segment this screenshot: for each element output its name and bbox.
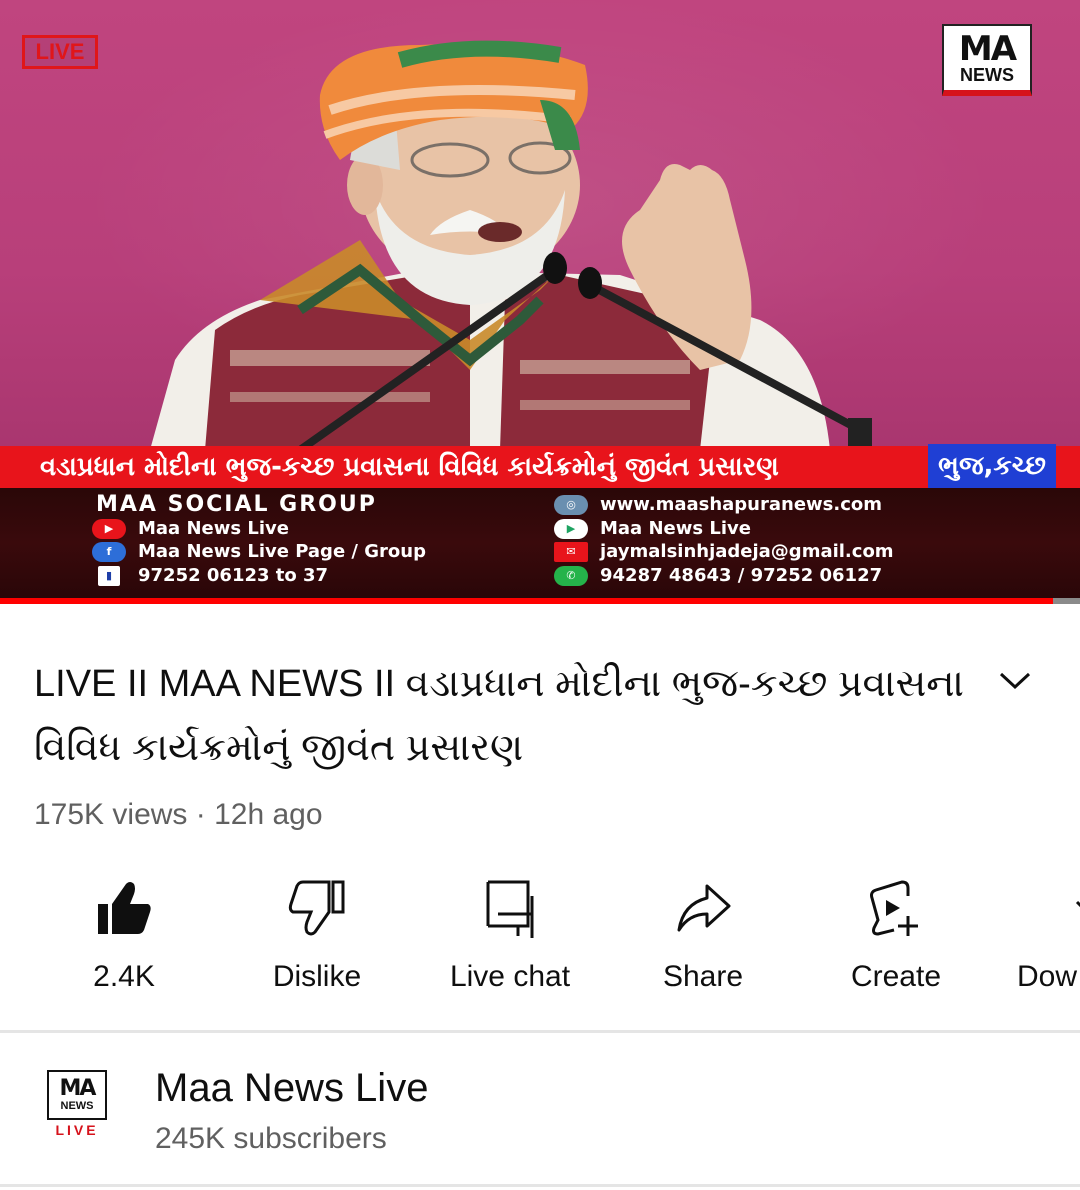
live-chat-button[interactable]: Live chat xyxy=(420,876,600,1006)
live-badge: LIVE xyxy=(22,35,98,69)
social-info-panel: MAA SOCIAL GROUP ▶ Maa News Live f Maa N… xyxy=(0,488,1080,598)
dislike-label: Dislike xyxy=(272,960,362,993)
live-chat-icon xyxy=(486,880,534,938)
channel-name[interactable]: Maa News Live xyxy=(155,1066,428,1111)
ticker-text: વડાપ્રધાન મોદીના ભુજ-કચ્છ પ્રવાસના વિવિધ… xyxy=(40,452,779,482)
playstore-row: ▶ Maa News Live xyxy=(554,518,751,539)
youtube-text: Maa News Live xyxy=(138,518,289,539)
video-player[interactable]: LIVE MA NEWS વડાપ્રધાન મોદીના ભુજ-કચ્છ પ… xyxy=(0,0,1080,604)
channel-avatar-top: MA xyxy=(59,1076,97,1101)
channel-avatar-box: MA NEWS xyxy=(47,1070,107,1120)
whatsapp-text: 94287 48643 / 97252 06127 xyxy=(600,565,883,586)
share-button[interactable]: Share xyxy=(613,876,793,1006)
channel-avatar-bottom: LIVE xyxy=(55,1122,99,1138)
website-text: www.maashapuranews.com xyxy=(600,494,883,515)
thumbs-down-icon xyxy=(288,880,345,936)
facebook-row: f Maa News Live Page / Group xyxy=(92,541,426,562)
download-button[interactable]: Dow xyxy=(999,876,1080,1006)
download-icon xyxy=(1075,900,1080,908)
video-progress-fill xyxy=(0,598,1053,604)
create-icon xyxy=(870,880,918,936)
download-label: Dow xyxy=(1017,960,1078,993)
ticker-location: ભુજ,કચ્છ xyxy=(928,444,1056,488)
youtube-icon: ▶ xyxy=(92,518,126,539)
like-count: 2.4K xyxy=(93,960,155,993)
bottom-divider xyxy=(0,1184,1080,1187)
facebook-icon: f xyxy=(92,541,126,562)
speaker-figure xyxy=(150,40,872,450)
thumbs-up-filled-icon xyxy=(98,882,151,934)
section-divider xyxy=(0,1030,1080,1033)
whatsapp-row: ✆ 94287 48643 / 97252 06127 xyxy=(554,565,882,586)
meta-separator: · xyxy=(187,798,215,831)
playstore-text: Maa News Live xyxy=(600,518,751,539)
mail-icon: ✉ xyxy=(554,541,588,562)
live-chat-label: Live chat xyxy=(449,960,571,993)
youtube-row: ▶ Maa News Live xyxy=(92,518,289,539)
phone-text: 97252 06123 to 37 xyxy=(138,565,329,586)
channel-avatar[interactable]: MA NEWS LIVE xyxy=(44,1070,110,1144)
video-meta: 175K views · 12h ago xyxy=(34,798,323,832)
news-ticker: વડાપ્રધાન મોદીના ભુજ-કચ્છ પ્રવાસના વિવિધ… xyxy=(0,446,1080,488)
facebook-text: Maa News Live Page / Group xyxy=(138,541,426,562)
share-label: Share xyxy=(662,960,744,993)
channel-avatar-middle: NEWS xyxy=(60,1100,94,1112)
dislike-button[interactable]: Dislike xyxy=(227,876,407,1006)
chevron-down-icon xyxy=(999,672,1031,690)
video-progress-bar[interactable] xyxy=(0,598,1080,604)
like-button[interactable]: 2.4K xyxy=(34,876,214,1006)
watermark-logo-bottom: NEWS xyxy=(960,65,1014,85)
subscriber-count: 245K subscribers xyxy=(155,1122,387,1155)
create-button[interactable]: Create xyxy=(806,876,986,1006)
channel-watermark-logo: MA NEWS xyxy=(942,24,1032,96)
whatsapp-icon: ✆ xyxy=(554,565,588,586)
phone-row: ▮ 97252 06123 to 37 xyxy=(92,565,328,586)
view-count: 175K views xyxy=(34,798,188,831)
video-title[interactable]: LIVE II MAA NEWS II વડાપ્રધાન મોદીના ભુજ… xyxy=(34,652,964,780)
group-title: MAA SOCIAL GROUP xyxy=(96,492,377,517)
upload-time: 12h ago xyxy=(214,798,323,831)
share-icon xyxy=(677,884,731,932)
globe-icon: ◎ xyxy=(554,494,588,515)
create-label: Create xyxy=(850,960,942,993)
watermark-logo-top: MA xyxy=(958,29,1017,69)
email-text: jaymalsinhjadeja@gmail.com xyxy=(600,541,894,562)
phone-icon: ▮ xyxy=(98,565,120,586)
expand-description-button[interactable] xyxy=(990,660,1040,700)
playstore-icon: ▶ xyxy=(554,518,588,539)
website-row: ◎ www.maashapuranews.com xyxy=(554,494,882,515)
email-row: ✉ jaymalsinhjadeja@gmail.com xyxy=(554,541,894,562)
